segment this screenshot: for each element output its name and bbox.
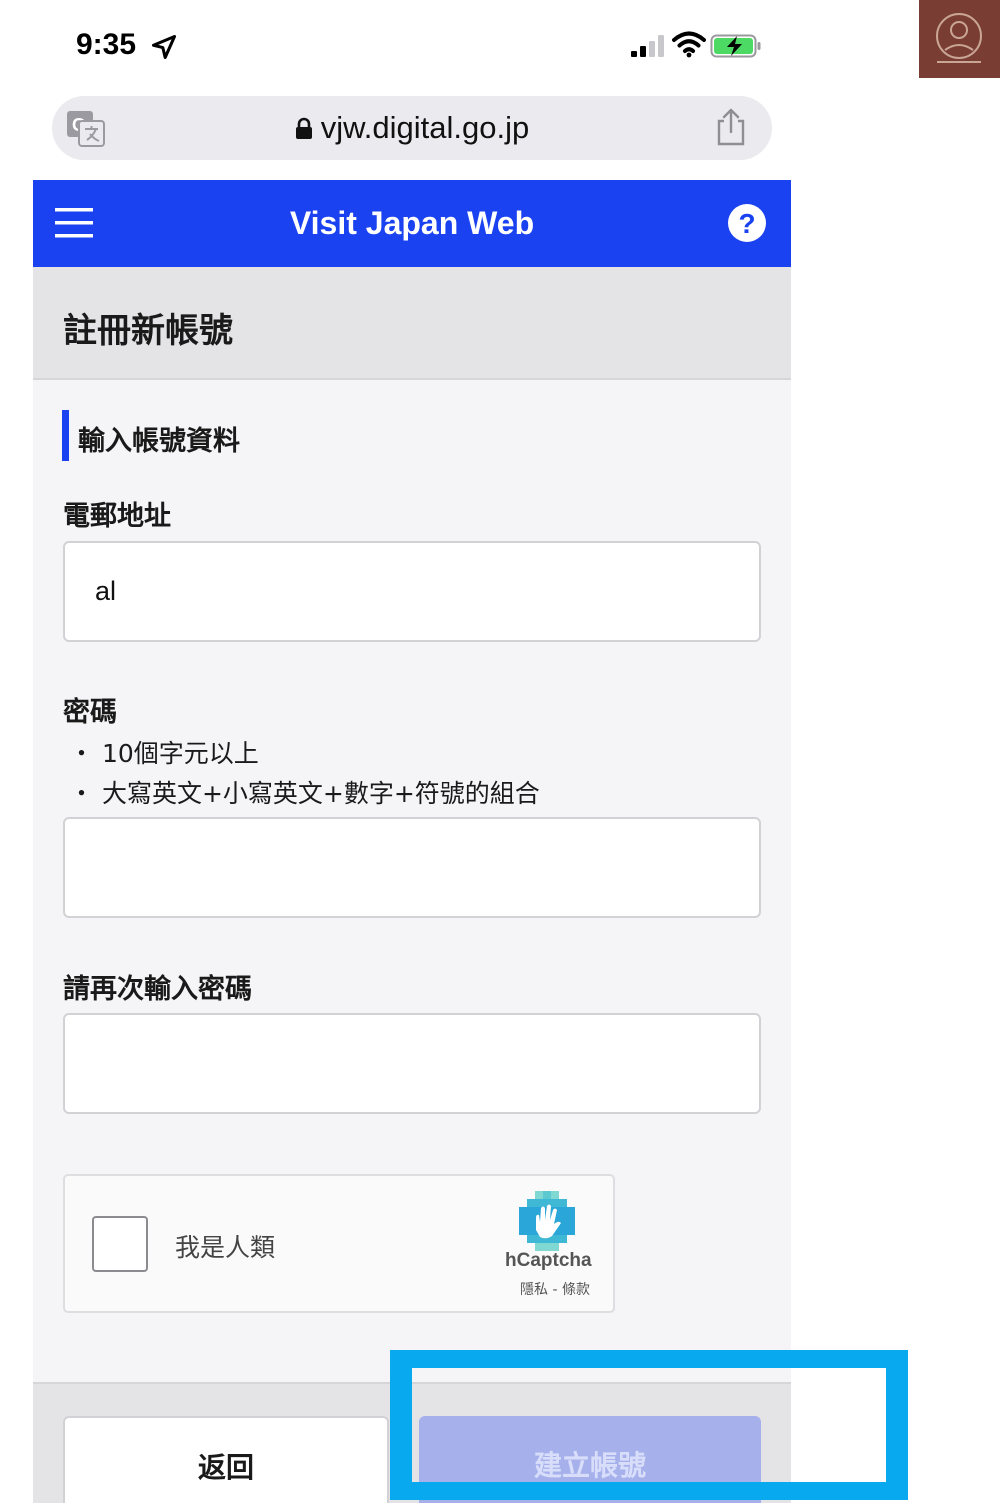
- app-title: Visit Japan Web: [289, 205, 535, 241]
- hcaptcha-widget: 我是人類 hCaptcha 隱私 - 條款: [63, 1174, 615, 1313]
- confirm-password-field[interactable]: [63, 1013, 761, 1114]
- address-bar[interactable]: G vjw.digital.go.jp: [52, 96, 772, 160]
- password-label: 密碼: [63, 697, 117, 728]
- svg-text:?: ?: [738, 208, 755, 239]
- captcha-privacy-terms-links[interactable]: 隱私 - 條款: [520, 1279, 590, 1299]
- wifi-icon: [672, 31, 706, 58]
- hcaptcha-logo-icon: [519, 1191, 575, 1251]
- section-title: 輸入帳號資料: [78, 426, 240, 457]
- captcha-checkbox[interactable]: [92, 1216, 148, 1272]
- signal-icon: [631, 35, 664, 57]
- email-label: 電郵地址: [63, 501, 171, 532]
- password-hint-composition: ・ 大寫英文+小寫英文+數字+符號的組合: [69, 779, 540, 808]
- status-time: 9:35: [76, 28, 137, 61]
- location-arrow-icon: [151, 34, 177, 60]
- password-hint-length: ・ 10個字元以上: [69, 739, 259, 768]
- captcha-brand: hCaptcha: [505, 1250, 592, 1271]
- url-display[interactable]: vjw.digital.go.jp: [52, 96, 772, 160]
- highlight-box: [390, 1350, 908, 1500]
- lock-icon: [295, 117, 312, 139]
- url-text: vjw.digital.go.jp: [320, 110, 530, 145]
- captcha-label: 我是人類: [175, 1233, 276, 1262]
- back-button[interactable]: 返回: [63, 1416, 389, 1503]
- battery-charging-icon: [710, 34, 761, 58]
- section-marker: [62, 410, 69, 461]
- help-icon[interactable]: ?: [727, 203, 767, 243]
- page-title: 註冊新帳號: [63, 311, 233, 351]
- confirm-password-label: 請再次輸入密碼: [63, 974, 252, 1005]
- share-icon[interactable]: [714, 108, 748, 146]
- registration-form-panel: 註冊新帳號 輸入帳號資料 電郵地址 密碼 ・ 10個字元以上 ・ 大寫英文+小寫…: [33, 267, 791, 1503]
- status-bar: 9:35: [0, 0, 830, 90]
- email-field[interactable]: [63, 541, 761, 642]
- stamp-logo-icon: [919, 0, 1000, 78]
- app-header: Visit Japan Web ?: [33, 180, 791, 267]
- password-field[interactable]: [63, 817, 761, 918]
- page-title-bar: 註冊新帳號: [33, 267, 791, 380]
